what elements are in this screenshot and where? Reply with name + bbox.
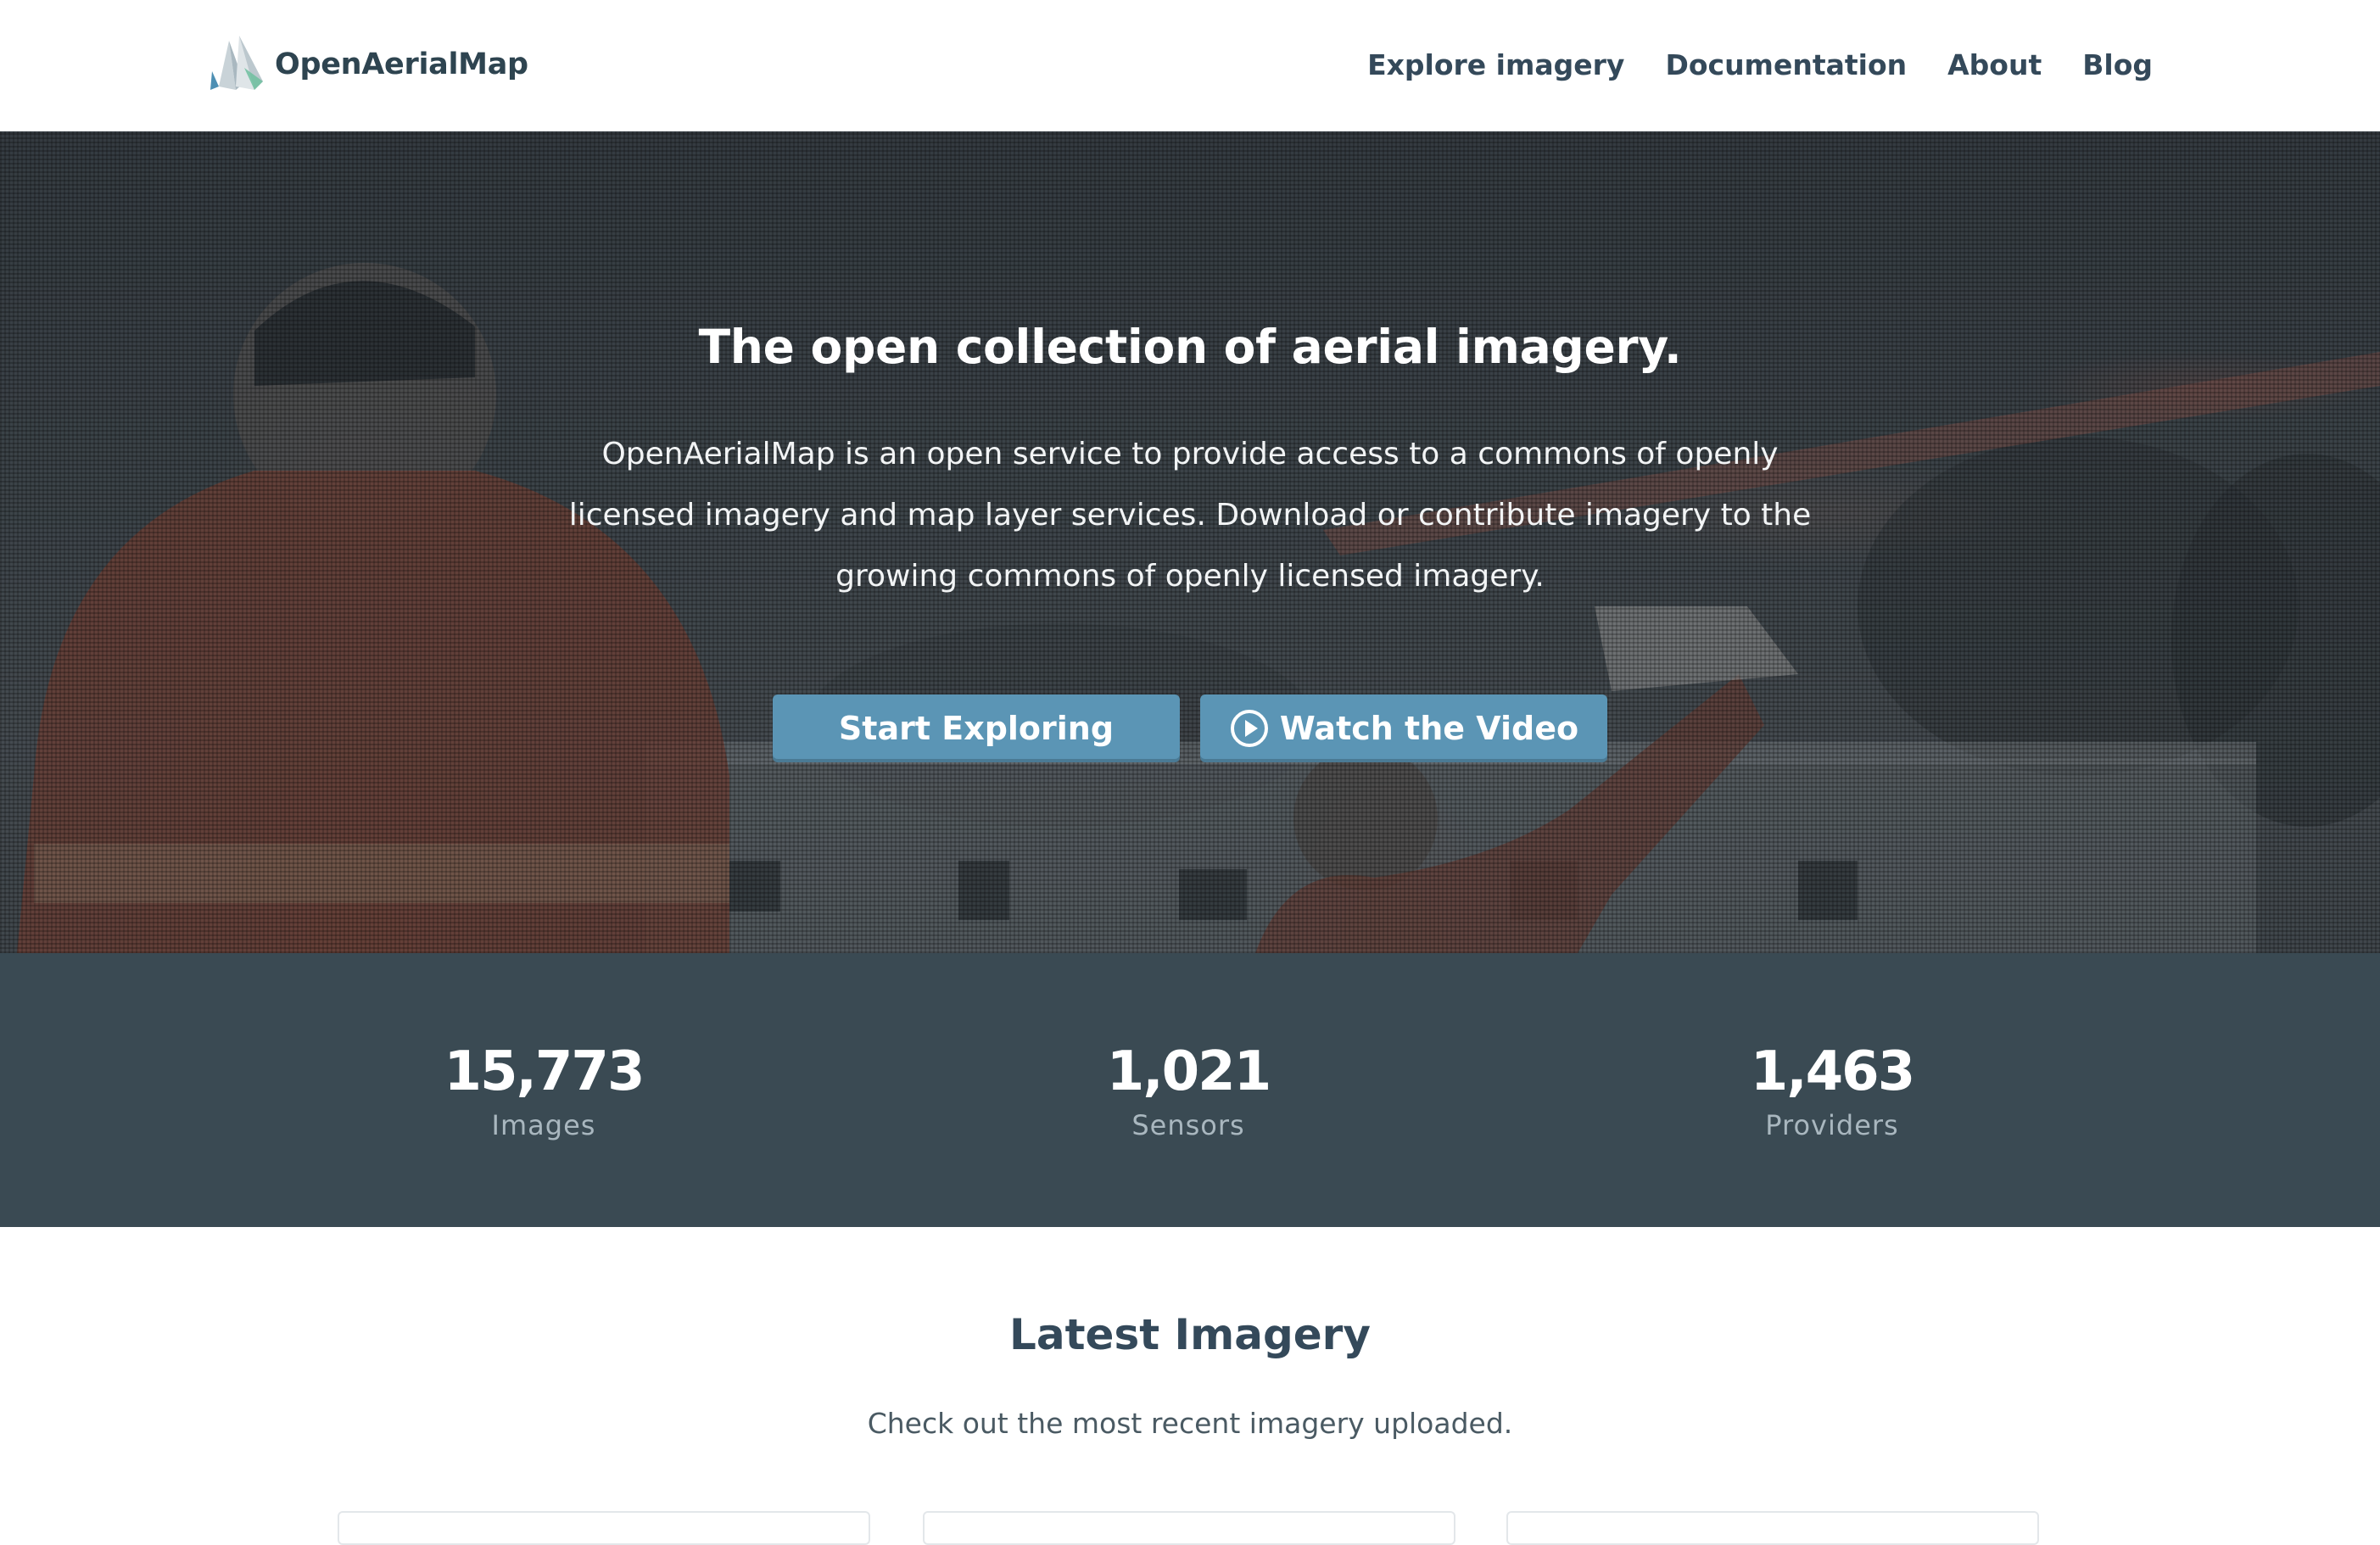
stat-label: Sensors	[1131, 1109, 1245, 1141]
latest-imagery-title: Latest Imagery	[1009, 1310, 1371, 1359]
start-exploring-label: Start Exploring	[838, 710, 1115, 747]
stat-sensors: 1,021 Sensors	[1019, 1038, 1358, 1141]
nav-explore-imagery[interactable]: Explore imagery	[1367, 48, 1624, 81]
latest-imagery-subtitle: Check out the most recent imagery upload…	[867, 1407, 1513, 1440]
site-header: OpenAerialMap Explore imagery Documentat…	[0, 0, 2380, 131]
imagery-card[interactable]	[923, 1511, 1455, 1545]
main-nav: Explore imagery Documentation About Blog	[1367, 42, 2153, 86]
stat-value: 1,021	[1106, 1040, 1271, 1103]
nav-documentation[interactable]: Documentation	[1665, 48, 1907, 81]
watch-video-button[interactable]: Watch the Video	[1200, 694, 1607, 762]
imagery-card[interactable]	[338, 1511, 870, 1545]
nav-blog[interactable]: Blog	[2082, 48, 2153, 81]
brand-name: OpenAerialMap	[275, 47, 528, 81]
openaerialmap-logo-icon	[210, 36, 263, 90]
start-exploring-button[interactable]: Start Exploring	[773, 694, 1180, 762]
stats-band: 15,773 Images 1,021 Sensors 1,463 Provid…	[0, 953, 2380, 1227]
stat-providers: 1,463 Providers	[1662, 1038, 2002, 1141]
watch-video-label: Watch the Video	[1279, 710, 1579, 747]
nav-about[interactable]: About	[1947, 48, 2042, 81]
hero-buttons: Start Exploring Watch the Video	[0, 694, 2380, 762]
brand-home-link[interactable]: OpenAerialMap	[210, 34, 528, 95]
stat-value: 15,773	[444, 1040, 645, 1103]
play-circle-icon	[1230, 710, 1268, 747]
imagery-card[interactable]	[1506, 1511, 2039, 1545]
hero-description: OpenAerialMap is an open service to prov…	[568, 437, 1812, 594]
stat-label: Images	[491, 1109, 596, 1141]
hero-title: The open collection of aerial imagery.	[698, 320, 1682, 374]
stat-value: 1,463	[1750, 1040, 1915, 1103]
latest-imagery-section: Latest Imagery Check out the most recent…	[0, 1227, 2380, 1545]
stat-images: 15,773 Images	[374, 1038, 713, 1141]
hero-section: The open collection of aerial imagery. O…	[0, 131, 2380, 953]
hero-content: The open collection of aerial imagery. O…	[0, 131, 2380, 953]
stat-label: Providers	[1765, 1109, 1899, 1141]
